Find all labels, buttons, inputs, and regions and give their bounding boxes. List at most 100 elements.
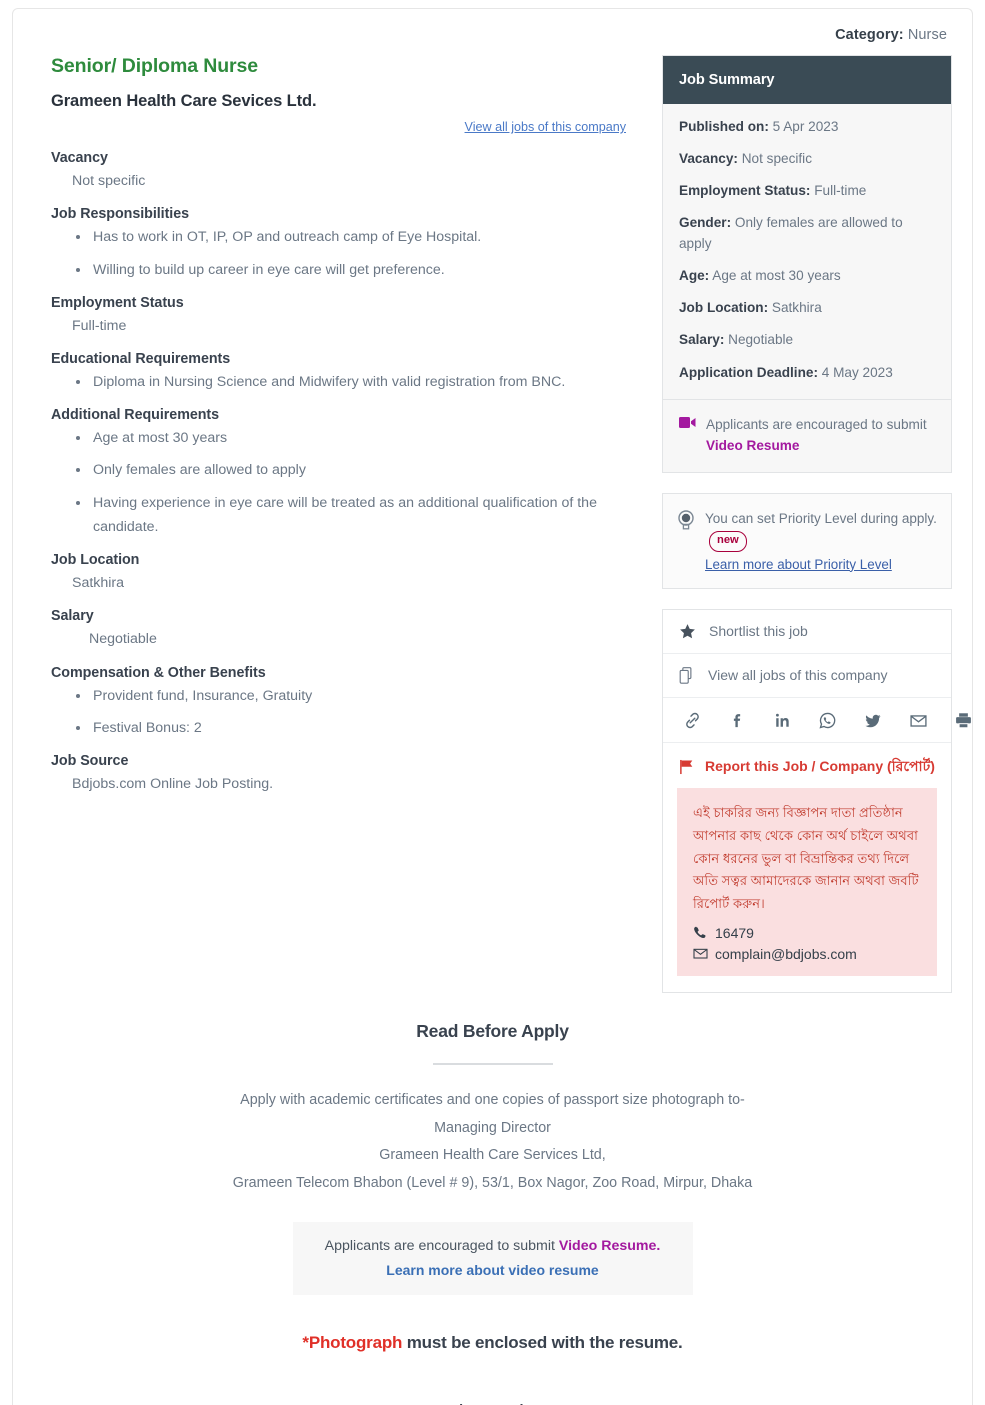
summary-value: 4 May 2023 xyxy=(821,364,893,380)
complaint-phone: 16479 xyxy=(693,925,923,941)
section-list-job-responsibilities: Has to work in OT, IP, OP and outreach c… xyxy=(51,225,662,281)
priority-level-text-wrap: You can set Priority Level during apply.… xyxy=(705,508,937,575)
report-job-label: Report this Job / Company (রিপোর্ট) xyxy=(705,757,935,774)
summary-label: Published on: xyxy=(679,119,769,134)
summary-label: Vacancy: xyxy=(679,151,738,167)
view-all-jobs-row: View all jobs of this company xyxy=(51,111,662,137)
email-icon[interactable] xyxy=(909,711,928,730)
summary-label: Application Deadline: xyxy=(679,364,818,380)
section-heading-vacancy: Vacancy xyxy=(51,150,108,166)
summary-row-published-on: Published on: 5 Apr 2023 xyxy=(679,116,935,137)
job-summary-title: Job Summary xyxy=(663,56,951,104)
flag-icon xyxy=(679,759,694,775)
priority-level-text: You can set Priority Level during apply. xyxy=(705,510,937,526)
section-heading-salary: Salary xyxy=(51,608,94,625)
shortlist-label: Shortlist this job xyxy=(709,623,808,640)
job-summary-box: Job Summary Published on: 5 Apr 2023 Vac… xyxy=(662,55,952,473)
summary-label: Age: xyxy=(679,268,710,284)
job-card: Category: Nurse Senior/ Diploma Nurse Gr… xyxy=(12,8,973,1405)
section-heading-job-responsibilities: Job Responsibilities xyxy=(51,206,190,223)
section-text-job-location: Satkhira xyxy=(72,574,125,591)
summary-value: Satkhira xyxy=(771,300,822,316)
section-heading-job-source: Job Source xyxy=(51,752,129,769)
content-columns: Senior/ Diploma Nurse Grameen Health Car… xyxy=(33,47,971,993)
read-before-apply-body: Apply with academic certificates and one… xyxy=(33,1087,952,1199)
video-resume-banner: Applicants are encouraged to submit Vide… xyxy=(292,1222,693,1296)
list-item: Diploma in Nursing Science and Midwifery… xyxy=(91,370,662,394)
list-item: Has to work in OT, IP, OP and outreach c… xyxy=(91,225,662,249)
video-camera-icon xyxy=(679,416,696,429)
section-heading-compensation: Compensation & Other Benefits xyxy=(51,664,266,681)
summary-value: Full-time xyxy=(814,183,867,199)
video-note-prefix: Applicants are encouraged to submit xyxy=(706,416,927,432)
envelope-icon xyxy=(693,946,708,961)
job-summary-column: Job Summary Published on: 5 Apr 2023 Vac… xyxy=(662,47,971,993)
section-heading-employment-status: Employment Status xyxy=(51,294,184,311)
summary-value: Negotiable xyxy=(728,332,794,348)
category-value: Nurse xyxy=(907,27,947,43)
video-resume-text: Applicants are encouraged to submit Vide… xyxy=(706,414,935,456)
facebook-icon[interactable] xyxy=(728,711,747,730)
section-heading-educational-requirements: Educational Requirements xyxy=(51,351,231,368)
report-job-button[interactable]: Report this Job / Company (রিপোর্ট) xyxy=(663,743,951,786)
fraud-warning-text-bn: এই চাকরির জন্য বিজ্ঞাপন দাতা প্রতিষ্ঠান … xyxy=(693,805,919,911)
view-all-jobs-label: View all jobs of this company xyxy=(708,667,888,684)
view-all-jobs-button[interactable]: View all jobs of this company xyxy=(663,654,951,698)
photograph-note: *Photograph must be enclosed with the re… xyxy=(33,1333,952,1353)
summary-label: Employment Status: xyxy=(679,183,811,199)
linkedin-icon[interactable] xyxy=(773,711,792,730)
priority-level-link[interactable]: Learn more about Priority Level xyxy=(705,554,937,575)
learn-more-video-resume-link[interactable]: Learn more about video resume xyxy=(303,1262,683,1278)
section-list-educational-requirements: Diploma in Nursing Science and Midwifery… xyxy=(51,370,662,394)
social-share-row xyxy=(663,698,971,743)
photograph-note-highlight: *Photograph xyxy=(302,1333,403,1353)
job-detail-column: Senior/ Diploma Nurse Grameen Health Car… xyxy=(33,47,662,796)
video-banner-text: Applicants are encouraged to submit Vide… xyxy=(303,1238,683,1254)
rba-line: Grameen Telecom Bhabon (Level # 9), 53/1… xyxy=(232,1175,753,1192)
video-resume-label: Video Resume xyxy=(706,437,800,453)
summary-label: Job Location: xyxy=(679,300,769,316)
shortlist-this-job-button[interactable]: Shortlist this job xyxy=(663,610,951,654)
summary-value: Not specific xyxy=(741,151,812,167)
job-category: Category: Nurse xyxy=(33,9,952,47)
video-resume-label: Video Resume. xyxy=(558,1238,661,1255)
status-badge-new: new xyxy=(709,531,747,552)
print-icon[interactable] xyxy=(954,711,973,730)
section-divider xyxy=(432,1062,553,1065)
summary-row-application-deadline: Application Deadline: 4 May 2023 xyxy=(679,362,935,383)
summary-row-age: Age: Age at most 30 years xyxy=(679,265,935,286)
section-text-salary: Negotiable xyxy=(89,631,157,648)
complaint-email: complain@bdjobs.com xyxy=(693,946,923,962)
complaint-email-address: complain@bdjobs.com xyxy=(715,945,857,962)
view-all-jobs-link[interactable]: View all jobs of this company xyxy=(465,120,626,134)
summary-value: 5 Apr 2023 xyxy=(772,119,839,134)
category-label: Category: xyxy=(835,27,904,43)
page-title: Senior/ Diploma Nurse xyxy=(51,55,259,77)
section-text-job-source: Bdjobs.com Online Job Posting. xyxy=(72,775,274,792)
summary-row-employment-status: Employment Status: Full-time xyxy=(679,180,935,201)
section-list-additional-requirements: Age at most 30 years Only females are al… xyxy=(51,426,662,539)
list-item: Willing to build up career in eye care w… xyxy=(91,258,662,282)
phone-icon xyxy=(693,925,708,940)
star-icon xyxy=(679,623,696,640)
rba-line: Managing Director xyxy=(434,1119,551,1136)
rba-line: Apply with academic certificates and one… xyxy=(240,1091,745,1108)
job-detail-page: Category: Nurse Senior/ Diploma Nurse Gr… xyxy=(0,0,985,1405)
section-text-employment-status: Full-time xyxy=(72,317,127,334)
job-summary-body: Published on: 5 Apr 2023 Vacancy: Not sp… xyxy=(663,104,951,399)
job-actions-box: Shortlist this job View all jobs of this… xyxy=(662,608,971,993)
list-item: Only females are allowed to apply xyxy=(91,458,662,482)
summary-row-job-location: Job Location: Satkhira xyxy=(679,297,935,318)
whatsapp-icon[interactable] xyxy=(818,711,837,730)
list-item: Age at most 30 years xyxy=(91,426,662,450)
summary-row-gender: Gender: Only females are allowed to appl… xyxy=(679,212,935,254)
list-item: Provident fund, Insurance, Gratuity xyxy=(91,684,662,708)
summary-value: Age at most 30 years xyxy=(712,268,841,284)
company-name: Grameen Health Care Sevices Ltd. xyxy=(51,92,317,110)
twitter-icon[interactable] xyxy=(863,711,883,730)
copy-document-icon xyxy=(679,666,695,684)
fraud-warning-box: এই চাকরির জন্য বিজ্ঞাপন দাতা প্রতিষ্ঠান … xyxy=(677,788,937,976)
link-icon[interactable] xyxy=(683,711,702,730)
rba-line: Grameen Health Care Services Ltd, xyxy=(379,1147,606,1164)
photograph-note-rest: must be enclosed with the resume. xyxy=(402,1333,683,1353)
